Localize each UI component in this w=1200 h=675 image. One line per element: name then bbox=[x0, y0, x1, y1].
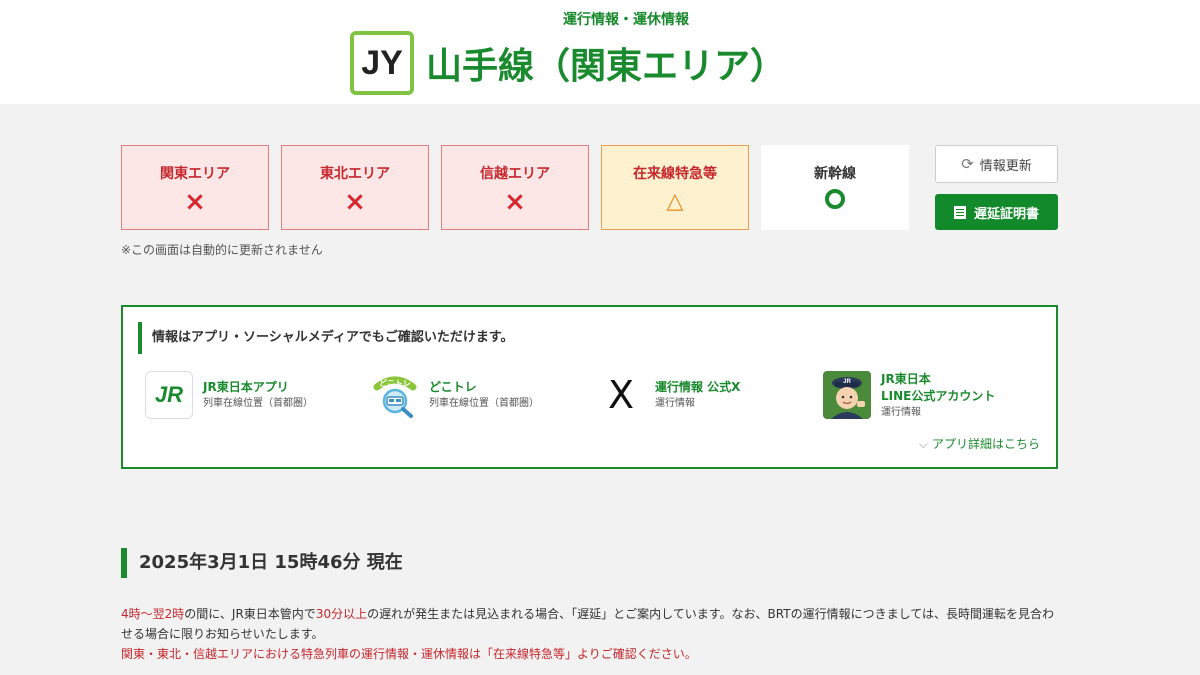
area-tab-limited-express[interactable]: 在来線特急等 △ bbox=[601, 145, 749, 230]
line-mascot-icon: JR bbox=[823, 371, 871, 419]
app-name: LINE公式アカウント bbox=[881, 388, 996, 403]
app-details-link[interactable]: ⌵ アプリ詳細はこちら bbox=[919, 435, 1040, 452]
area-tab-tohoku[interactable]: 東北エリア × bbox=[281, 145, 429, 230]
limited-express-note: 関東・東北・信越エリアにおける特急列車の運行情報・運休情報は「在来線特急等」より… bbox=[121, 647, 697, 661]
page-header: 運行情報・運休情報 JY 山手線（関東エリア） bbox=[0, 0, 1200, 104]
status-timestamp: 2025年3月1日 15時46分 現在 bbox=[121, 548, 403, 578]
area-label: 新幹線 bbox=[814, 166, 856, 182]
area-label: 関東エリア bbox=[160, 166, 230, 182]
app-name: 運行情報 公式X bbox=[655, 380, 741, 394]
jr-app-icon: JR bbox=[145, 371, 193, 419]
jr-logo: JR bbox=[154, 382, 184, 407]
area-tab-kanto[interactable]: 関東エリア × bbox=[121, 145, 269, 230]
triangle-icon: △ bbox=[666, 189, 684, 214]
app-desc: 列車在線位置（首都圏） bbox=[429, 398, 539, 409]
area-label: 信越エリア bbox=[480, 166, 550, 182]
area-tab-shinetsu[interactable]: 信越エリア × bbox=[441, 145, 589, 230]
auto-refresh-note: ※この画面は自動的に更新されません bbox=[121, 243, 323, 257]
delay-certificate-button[interactable]: 遅延証明書 bbox=[935, 194, 1058, 230]
chevron-down-icon: ⌵ bbox=[918, 437, 928, 451]
line-title-row: JY 山手線（関東エリア） bbox=[350, 31, 786, 95]
svg-text:どこトレ: どこトレ bbox=[379, 378, 411, 388]
document-icon bbox=[953, 205, 966, 219]
area-tab-shinkansen[interactable]: 新幹線 bbox=[761, 145, 909, 230]
app-desc: 運行情報 bbox=[881, 406, 921, 418]
dokotore-logo: どこトレ bbox=[371, 371, 419, 419]
app-link-jr-east[interactable]: JR JR東日本アプリ 列車在線位置（首都圏） bbox=[145, 369, 313, 421]
cross-icon: × bbox=[344, 187, 366, 217]
x-logo-icon: X bbox=[597, 371, 645, 419]
refresh-label: 情報更新 bbox=[979, 158, 1032, 174]
refresh-icon: ⟳ bbox=[961, 155, 974, 173]
cross-icon: × bbox=[184, 187, 206, 217]
app-desc: 運行情報 bbox=[655, 398, 695, 409]
cross-icon: × bbox=[504, 187, 526, 217]
dokotore-icon: どこトレ bbox=[371, 371, 419, 419]
app-name: JR東日本 bbox=[881, 371, 931, 386]
area-label: 在来線特急等 bbox=[633, 166, 717, 182]
page-title: 山手線（関東エリア） bbox=[426, 46, 787, 87]
app-name: どこトレ bbox=[429, 380, 477, 394]
certificate-label: 遅延証明書 bbox=[973, 206, 1039, 222]
line-code-badge: JY bbox=[350, 31, 414, 95]
info-text: 4時〜翌2時の間に、JR東日本管内で30分以上の遅れが発生または見込まれる場合、… bbox=[121, 607, 1054, 661]
refresh-button[interactable]: ⟳ 情報更新 bbox=[935, 145, 1058, 183]
conductor-avatar: JR bbox=[823, 371, 871, 419]
circle-icon bbox=[825, 189, 845, 209]
apps-panel: 情報はアプリ・ソーシャルメディアでもご確認いただけます。 JR JR東日本アプリ… bbox=[121, 305, 1058, 469]
app-desc: 列車在線位置（首都圏） bbox=[203, 398, 313, 409]
area-label: 東北エリア bbox=[320, 166, 390, 182]
app-link-line[interactable]: JR JR東日本 LINE公式アカウント 運行情報 bbox=[823, 369, 995, 421]
app-link-dokotore[interactable]: どこトレ どこトレ 列車在線位置（首都圏） bbox=[371, 369, 539, 421]
app-link-official-x[interactable]: X 運行情報 公式X 運行情報 bbox=[597, 369, 740, 421]
svg-text:JR: JR bbox=[843, 379, 851, 385]
apps-heading: 情報はアプリ・ソーシャルメディアでもご確認いただけます。 bbox=[138, 322, 514, 354]
page-subtitle: 運行情報・運休情報 bbox=[563, 12, 689, 28]
app-name: JR東日本アプリ bbox=[203, 380, 289, 394]
